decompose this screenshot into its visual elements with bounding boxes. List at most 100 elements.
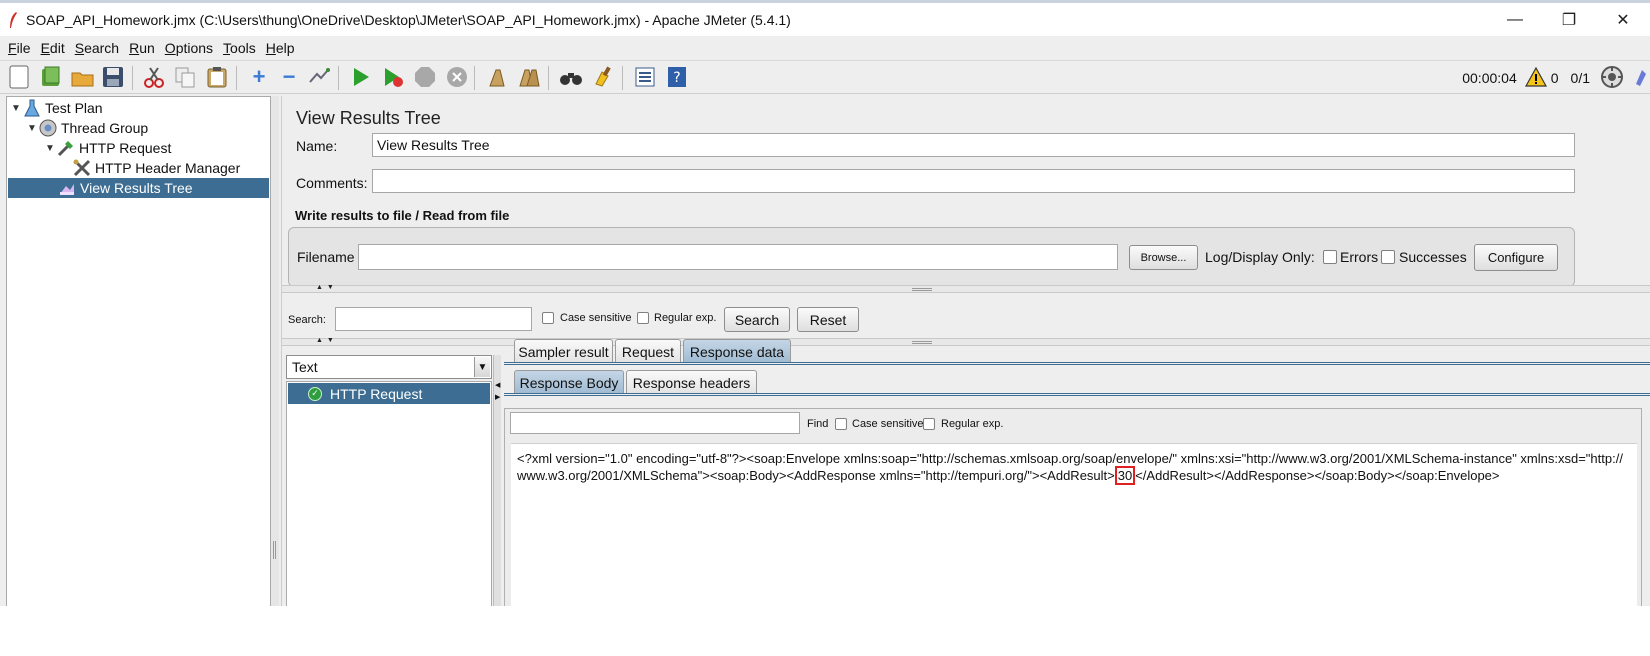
- cut-icon[interactable]: [141, 64, 167, 90]
- menu-bar: File Edit Search Run Options Tools Help: [0, 36, 1650, 60]
- new-icon[interactable]: [6, 64, 32, 90]
- minimize-button[interactable]: —: [1488, 3, 1542, 36]
- find-case-sensitive-label: Case sensitive: [852, 418, 924, 430]
- renderer-select[interactable]: Text ▼: [286, 355, 492, 379]
- remote-status-icon: [1600, 65, 1624, 92]
- jmeter-feather-icon: [8, 11, 18, 29]
- open-icon[interactable]: [70, 64, 96, 90]
- browse-button[interactable]: Browse...: [1129, 245, 1198, 270]
- successes-checkbox[interactable]: [1381, 250, 1395, 264]
- page-title: View Results Tree: [296, 108, 441, 128]
- response-text-after: </AddResult></AddResponse></soap:Body></…: [1135, 468, 1500, 483]
- expand-toggle-icon[interactable]: ▼: [9, 103, 23, 114]
- search-input[interactable]: [335, 307, 532, 331]
- shutdown-icon[interactable]: [444, 64, 470, 90]
- tree-item-thread-group[interactable]: ▼ Thread Group: [25, 118, 148, 138]
- filename-input[interactable]: [358, 244, 1118, 270]
- start-no-pauses-icon[interactable]: [380, 64, 406, 90]
- expand-all-icon[interactable]: +: [246, 64, 272, 90]
- subtab-underline: [504, 393, 1650, 396]
- case-sensitive-label: Case sensitive: [560, 312, 632, 324]
- tree-splitter[interactable]: [271, 96, 279, 609]
- menu-help[interactable]: Help: [266, 40, 295, 56]
- paste-icon[interactable]: [204, 64, 230, 90]
- view-results-tree-panel: View Results Tree Name: View Results Tre…: [281, 96, 1650, 610]
- renderer-value: Text: [292, 359, 318, 375]
- tree-item-test-plan[interactable]: ▼ Test Plan: [9, 98, 103, 118]
- sample-label: HTTP Request: [330, 385, 423, 402]
- warning-icon[interactable]: [1524, 66, 1547, 90]
- tab-response-headers[interactable]: Response headers: [626, 370, 757, 394]
- success-shield-icon: ✓: [308, 386, 322, 401]
- configure-button[interactable]: Configure: [1474, 244, 1558, 271]
- collapse-all-icon[interactable]: −: [276, 64, 302, 90]
- regular-exp-checkbox[interactable]: [637, 312, 649, 324]
- regular-exp-label: Regular exp.: [654, 312, 717, 324]
- comments-input[interactable]: [372, 169, 1575, 193]
- list-item[interactable]: ✓ HTTP Request: [288, 383, 490, 404]
- elapsed-timer: 00:00:04: [1462, 70, 1517, 86]
- close-button[interactable]: ✕: [1596, 3, 1650, 36]
- menu-file[interactable]: File: [8, 40, 31, 56]
- menu-options[interactable]: Options: [165, 40, 213, 56]
- toggle-icon[interactable]: [306, 64, 332, 90]
- file-group-title: Write results to file / Read from file: [295, 208, 510, 223]
- tree-item-http-request[interactable]: ▼ HTTP Request: [43, 138, 171, 158]
- clear-all-icon[interactable]: [516, 64, 542, 90]
- reset-button[interactable]: Reset: [797, 307, 859, 332]
- menu-tools[interactable]: Tools: [223, 40, 256, 56]
- name-label: Name:: [296, 138, 338, 154]
- toolbar: + − ? 00:00:04 0 0/1: [0, 60, 1650, 94]
- search-label: Search:: [288, 314, 326, 326]
- comments-label: Comments:: [296, 175, 368, 191]
- start-icon[interactable]: [348, 64, 374, 90]
- find-regular-exp-checkbox[interactable]: [923, 418, 935, 430]
- tab-underline: [504, 362, 1650, 365]
- templates-icon[interactable]: [38, 64, 64, 90]
- tab-response-data[interactable]: Response data: [683, 339, 791, 363]
- search-button[interactable]: Search: [724, 307, 790, 332]
- reset-search-icon[interactable]: [590, 64, 616, 90]
- tree-item-label: View Results Tree: [80, 180, 193, 196]
- toolbar-status: 00:00:04 0 0/1: [1462, 61, 1650, 95]
- name-input[interactable]: View Results Tree: [372, 133, 1575, 157]
- tree-item-http-header-manager[interactable]: HTTP Header Manager: [73, 158, 240, 178]
- find-input[interactable]: [510, 412, 800, 434]
- restore-button[interactable]: ❐: [1542, 3, 1596, 36]
- expand-toggle-icon[interactable]: ▼: [25, 123, 39, 134]
- expand-toggle-icon[interactable]: ▼: [43, 143, 57, 154]
- case-sensitive-checkbox[interactable]: [542, 312, 554, 324]
- results-splitter[interactable]: ◀ ▶: [493, 355, 501, 609]
- jmeter-window: SOAP_API_Homework.jmx (C:\Users\thung\On…: [0, 0, 1650, 610]
- tab-sampler-result[interactable]: Sampler result: [514, 339, 613, 363]
- thread-group-icon: [39, 119, 57, 137]
- search-binoculars-icon[interactable]: [558, 64, 584, 90]
- function-helper-icon[interactable]: [632, 64, 658, 90]
- results-tree-icon: [58, 179, 76, 197]
- window-controls: — ❐ ✕: [1488, 3, 1650, 36]
- stop-icon[interactable]: [412, 64, 438, 90]
- clear-icon[interactable]: [484, 64, 510, 90]
- log-display-label: Log/Display Only:: [1205, 249, 1315, 265]
- tree-item-view-results-tree[interactable]: View Results Tree: [8, 178, 269, 198]
- sample-result-list: ✓ HTTP Request: [286, 381, 492, 609]
- chevron-down-icon[interactable]: ▼: [474, 357, 490, 377]
- tab-response-body[interactable]: Response Body: [514, 370, 624, 394]
- help-icon[interactable]: ?: [664, 64, 690, 90]
- split-divider-bottom[interactable]: ▲▼: [282, 337, 1650, 346]
- save-icon[interactable]: [100, 64, 126, 90]
- find-case-sensitive-checkbox[interactable]: [835, 418, 847, 430]
- response-body-text[interactable]: <?xml version="1.0" encoding="utf-8"?><s…: [511, 443, 1637, 610]
- tree-item-label: Thread Group: [61, 120, 149, 136]
- tree-item-label: HTTP Header Manager: [95, 160, 241, 176]
- menu-edit[interactable]: Edit: [41, 40, 65, 56]
- split-divider-top[interactable]: ▲▼: [282, 284, 1650, 293]
- menu-run[interactable]: Run: [129, 40, 155, 56]
- log-viewer-icon[interactable]: [1632, 66, 1648, 91]
- menu-search[interactable]: Search: [75, 40, 119, 56]
- errors-label: Errors: [1340, 249, 1379, 265]
- tab-request[interactable]: Request: [615, 339, 681, 363]
- copy-icon[interactable]: [172, 64, 198, 90]
- errors-checkbox[interactable]: [1323, 250, 1337, 264]
- thread-count: 0/1: [1570, 70, 1590, 86]
